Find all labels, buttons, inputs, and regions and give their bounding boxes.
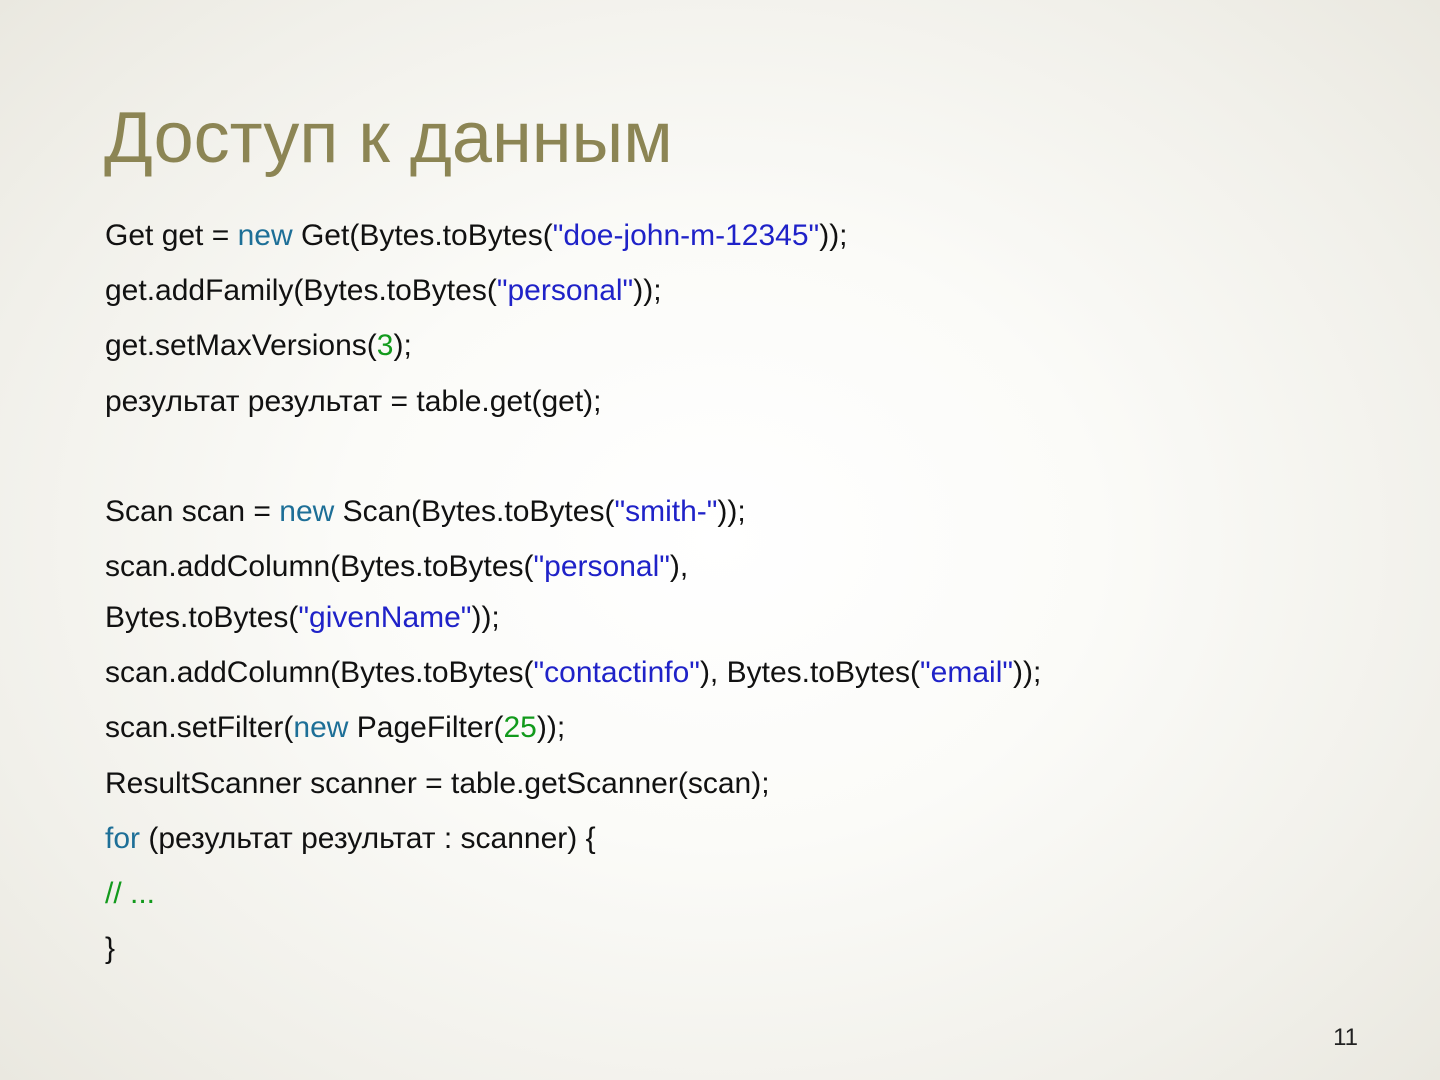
- code-line-12: // ...: [105, 876, 155, 912]
- code-line-8: scan.addColumn(Bytes.toBytes("contactinf…: [105, 655, 1041, 691]
- code-text: Get get =: [105, 219, 238, 252]
- code-string: "doe-john-m-12345": [552, 219, 820, 252]
- code-number: 25: [503, 711, 537, 744]
- code-text: ));: [1013, 656, 1042, 689]
- code-text: ResultScanner scanner = table.getScanner…: [105, 767, 770, 800]
- code-line-10: ResultScanner scanner = table.getScanner…: [105, 766, 770, 802]
- code-number: 3: [376, 329, 394, 362]
- code-text: Scan scan =: [105, 495, 280, 528]
- code-string: "contactinfo": [533, 656, 700, 689]
- code-string: "givenName": [298, 601, 472, 634]
- code-text: get.addFamily(Bytes.toBytes(: [105, 274, 497, 307]
- code-text: }: [105, 932, 116, 965]
- code-line-9: scan.setFilter(new PageFilter(25));: [105, 710, 565, 746]
- code-line-4: результат результат = table.get(get);: [105, 384, 602, 420]
- code-string: "personal": [533, 550, 670, 583]
- code-text: ));: [633, 274, 662, 307]
- code-string: "personal": [496, 274, 634, 307]
- code-keyword: new: [293, 711, 349, 744]
- code-line-5: Scan scan = new Scan(Bytes.toBytes("smit…: [105, 494, 746, 530]
- code-text: ));: [536, 711, 566, 744]
- code-text: (результат результат : scanner) {: [140, 822, 596, 855]
- code-text: ));: [471, 601, 500, 634]
- slide-title: Доступ к данным: [104, 98, 673, 178]
- code-text: ));: [819, 219, 848, 252]
- code-text: get.setMaxVersions(: [105, 329, 377, 362]
- code-line-7: Bytes.toBytes("givenName"));: [105, 600, 500, 636]
- slide: Доступ к данным Get get = new Get(Bytes.…: [0, 0, 1440, 1080]
- code-keyword: new: [237, 219, 293, 252]
- code-text: ),: [669, 550, 689, 583]
- code-line-13: }: [105, 931, 115, 967]
- code-line-11: for (результат результат : scanner) {: [105, 821, 596, 857]
- code-keyword: new: [279, 495, 335, 528]
- code-text: scan.setFilter(: [105, 711, 294, 744]
- code-text: ));: [717, 495, 746, 528]
- code-line-6: scan.addColumn(Bytes.toBytes("personal")…: [105, 549, 688, 585]
- code-string: "email": [920, 656, 1014, 689]
- code-text: PageFilter(: [348, 711, 504, 744]
- code-line-1: Get get = new Get(Bytes.toBytes("doe-joh…: [105, 218, 848, 254]
- code-text: Bytes.toBytes(: [105, 601, 299, 634]
- code-text: Scan(Bytes.toBytes(: [334, 495, 615, 528]
- code-string: "smith-": [614, 495, 718, 528]
- code-line-2: get.addFamily(Bytes.toBytes("personal"))…: [105, 273, 662, 309]
- page-number: 11: [1333, 1024, 1358, 1051]
- code-keyword: for: [105, 822, 141, 855]
- code-line-3: get.setMaxVersions(3);: [105, 328, 412, 364]
- code-text: scan.addColumn(Bytes.toBytes(: [105, 550, 534, 583]
- code-text: результат результат = table.get(get);: [105, 385, 602, 418]
- code-text: );: [393, 329, 412, 362]
- code-text: ), Bytes.toBytes(: [699, 656, 921, 689]
- code-comment: // ...: [105, 877, 156, 910]
- code-text: scan.addColumn(Bytes.toBytes(: [105, 656, 534, 689]
- code-text: Get(Bytes.toBytes(: [292, 219, 553, 252]
